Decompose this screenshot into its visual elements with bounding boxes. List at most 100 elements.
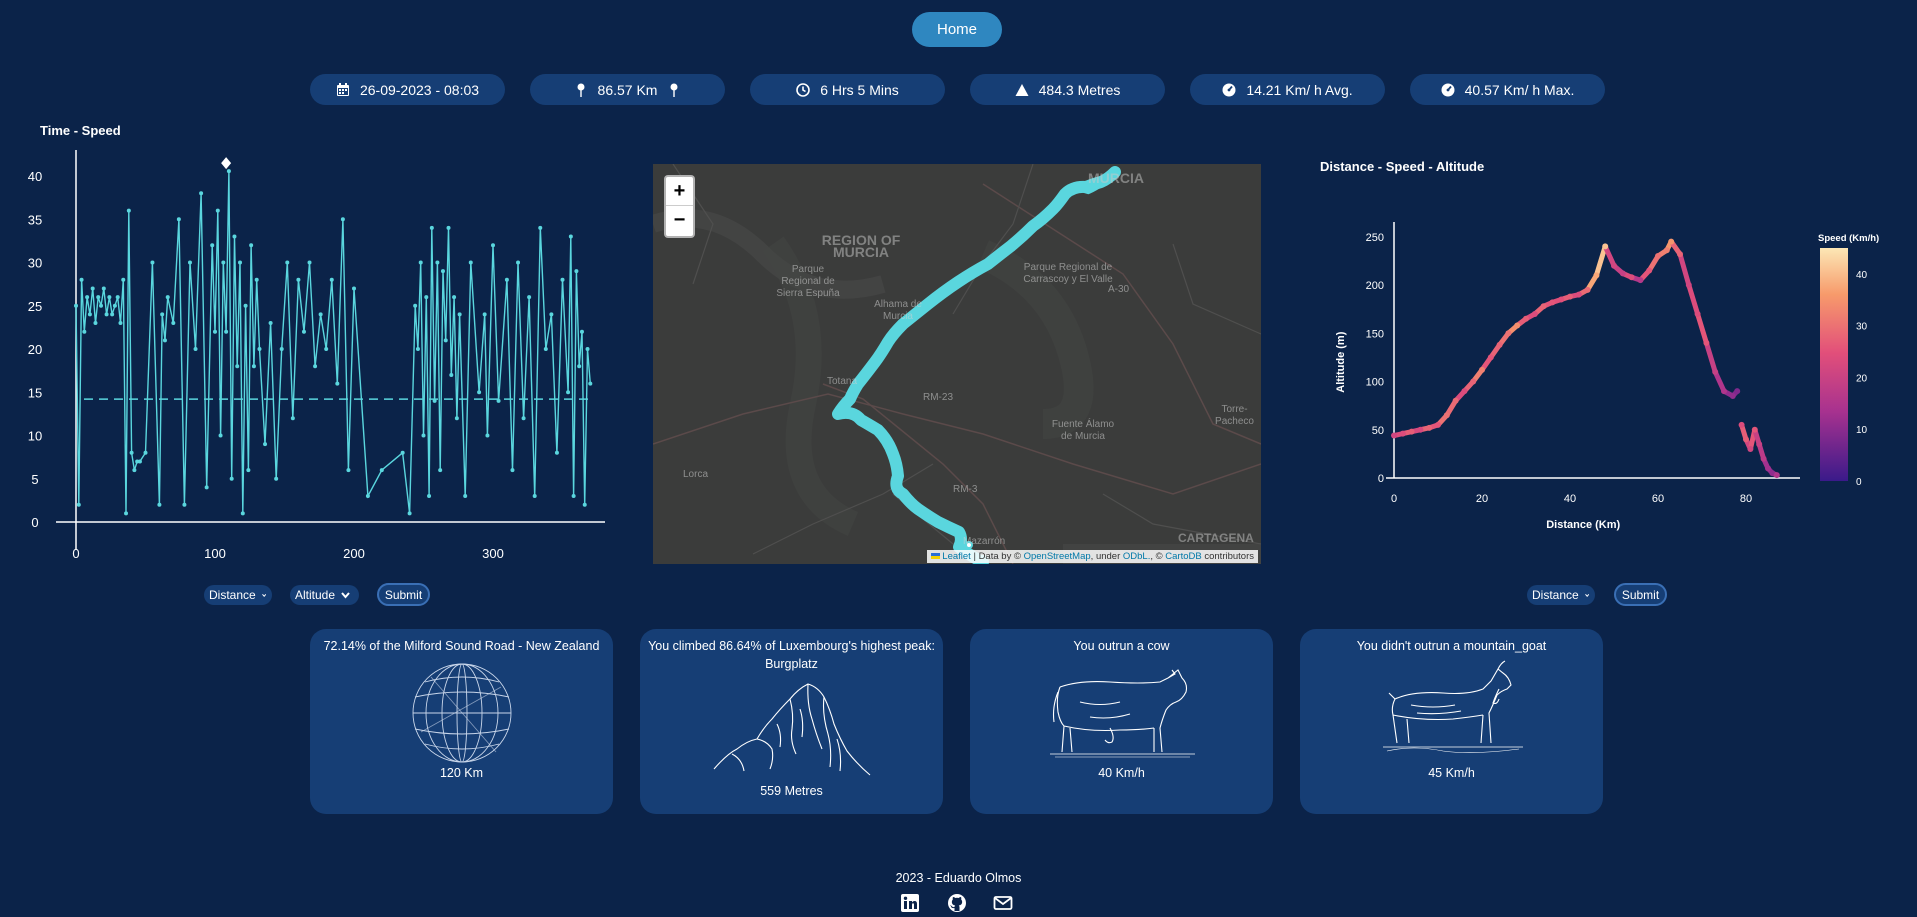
speed-data-point xyxy=(329,277,334,282)
speed-data-point xyxy=(577,364,582,369)
speed-data-point xyxy=(238,260,243,265)
altitude-data-point xyxy=(1505,330,1512,337)
speed-data-point xyxy=(318,312,323,317)
osm-link[interactable]: OpenStreetMap xyxy=(1024,551,1091,562)
altitude-data-point xyxy=(1417,426,1424,433)
zoom-out-button[interactable]: − xyxy=(666,206,693,235)
y-axis-select[interactable]: Altitude xyxy=(290,585,359,605)
cartodb-link[interactable]: CartoDB xyxy=(1165,551,1201,562)
speed-data-point xyxy=(210,243,215,248)
altitude-data-point xyxy=(1685,282,1692,288)
github-icon[interactable] xyxy=(947,893,967,913)
card-value: 45 Km/h xyxy=(1428,766,1475,780)
speed-data-point xyxy=(193,347,198,351)
attribution-text: , under xyxy=(1090,551,1123,562)
speed-data-point xyxy=(160,312,165,317)
map-label: Parque Regional de Carrascoy y El Valle xyxy=(1023,262,1113,285)
speed-data-point xyxy=(112,303,117,308)
altitude-data-point xyxy=(1452,397,1459,404)
altitude-data-point xyxy=(1593,272,1600,279)
altitude-data-point xyxy=(1646,267,1653,274)
speed-data-point xyxy=(415,347,420,351)
odbl-link[interactable]: ODbL. xyxy=(1123,551,1150,562)
comparison-card: You didn't outrun a mountain_goat 45 Km/… xyxy=(1300,629,1603,814)
speed-data-point xyxy=(296,277,301,282)
speed-data-point xyxy=(324,347,329,351)
y-tick-label: 150 xyxy=(1366,328,1384,340)
speed-data-point xyxy=(157,502,162,507)
speed-data-point xyxy=(187,260,192,265)
speed-series-line xyxy=(75,171,591,514)
speed-data-point xyxy=(440,269,445,274)
speed-data-point xyxy=(249,243,254,248)
attribution-text: | Data by © xyxy=(970,551,1024,562)
y-tick-label: 250 xyxy=(1366,232,1384,244)
select-value: Altitude xyxy=(295,588,336,602)
speed-data-point xyxy=(424,295,429,300)
speed-data-point xyxy=(290,416,295,421)
y-tick-label: 5 xyxy=(31,472,38,487)
linkedin-icon[interactable] xyxy=(900,893,920,913)
y-tick-label: 40 xyxy=(28,169,42,184)
altitude-data-point xyxy=(1549,299,1556,306)
altitude-data-point xyxy=(1558,296,1565,303)
altitude-data-point xyxy=(1487,354,1494,361)
speed-data-point xyxy=(126,208,131,213)
altitude-segment xyxy=(1677,251,1692,288)
speed-data-point xyxy=(115,295,120,300)
distance-speed-altitude-chart: 0501001502002500 20 40 60 80Distance (Km)Alt… xyxy=(1335,222,1879,531)
x-tick-label: 100 xyxy=(204,546,226,561)
speed-data-point xyxy=(213,329,217,334)
speed-data-point xyxy=(150,260,155,265)
speed-data-point xyxy=(554,450,559,455)
speed-data-point xyxy=(413,303,418,308)
map-tiles xyxy=(653,164,1261,564)
card-title: You outrun a cow xyxy=(1073,639,1170,653)
speed-data-point xyxy=(352,286,356,291)
colorbar-tick-label: 10 xyxy=(1856,425,1868,436)
speed-data-point xyxy=(521,416,526,421)
altitude-data-point xyxy=(1602,243,1609,250)
colorbar-tick-label: 20 xyxy=(1856,373,1868,384)
speed-data-point xyxy=(132,468,137,473)
speed-data-point xyxy=(263,442,268,447)
altitude-data-point xyxy=(1443,412,1450,419)
y-tick-label: 25 xyxy=(28,299,42,314)
home-button[interactable]: Home xyxy=(912,12,1002,47)
calendar-icon xyxy=(336,82,349,96)
speed-data-point xyxy=(421,433,426,438)
altitude-data-point xyxy=(1743,436,1749,443)
speed-data-point xyxy=(96,295,101,300)
speed-data-point xyxy=(443,338,448,343)
right-submit-button[interactable]: Submit xyxy=(1614,583,1667,606)
altitude-data-point xyxy=(1729,392,1736,399)
colorbar-tick-label: 30 xyxy=(1856,322,1868,333)
x-axis-select[interactable]: Distance xyxy=(204,585,272,605)
speed-data-point xyxy=(510,468,515,473)
speed-data-point xyxy=(171,321,176,326)
speed-data-point xyxy=(254,277,259,282)
map-label: Totana xyxy=(827,376,858,387)
y-tick-label: 0 xyxy=(1378,473,1384,485)
map-label: Fuente Álamo de Murcia xyxy=(1051,419,1115,442)
right-x-axis-select[interactable]: Distance xyxy=(1527,585,1595,605)
speed-data-point xyxy=(162,338,167,343)
speed-data-point xyxy=(182,502,187,507)
left-submit-button[interactable]: Submit xyxy=(377,583,430,606)
card-title: You climbed 86.64% of Luxembourg's highe… xyxy=(648,639,935,671)
speedometer-icon xyxy=(1441,83,1455,96)
mountain-icon xyxy=(1015,83,1029,96)
zoom-in-button[interactable]: + xyxy=(666,177,693,206)
y-tick-label: 15 xyxy=(28,385,42,400)
leaflet-link[interactable]: Leaflet xyxy=(942,551,971,562)
dsa-title: Distance - Speed - Altitude xyxy=(1320,159,1485,174)
speed-data-point xyxy=(435,260,440,265)
mail-icon[interactable] xyxy=(993,893,1013,913)
speed-data-point xyxy=(121,277,126,282)
speedometer-icon xyxy=(1222,83,1236,96)
speed-data-point xyxy=(438,468,443,473)
map-pin-icon xyxy=(577,83,585,97)
map-pin-icon xyxy=(670,83,678,97)
time-speed-title: Time - Speed xyxy=(40,123,121,138)
route-map[interactable]: MURCIA REGION OF MURCIA Parque Regional … xyxy=(653,164,1261,564)
